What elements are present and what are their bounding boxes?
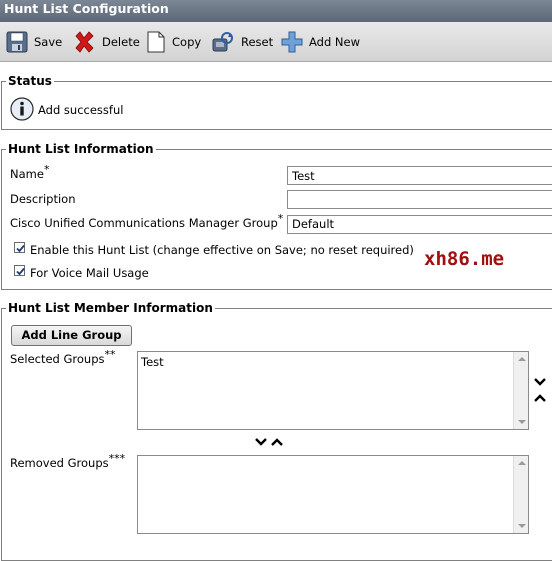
move-up-icon[interactable]: [533, 393, 547, 403]
toolbar: Save Delete Copy Reset Add New: [0, 22, 552, 62]
required-marker: ***: [108, 452, 126, 466]
required-marker: **: [104, 348, 116, 362]
voice-mail-usage-label: For Voice Mail Usage: [30, 266, 149, 280]
add-new-button-label: Add New: [309, 35, 361, 49]
required-marker: *: [43, 163, 50, 177]
cucm-group-select[interactable]: Default: [287, 215, 552, 234]
status-legend: Status: [8, 74, 52, 88]
delete-icon: [75, 31, 94, 53]
save-button-label: Save: [34, 35, 63, 49]
voice-mail-usage-checkbox[interactable]: [14, 265, 25, 276]
scroll-down-icon[interactable]: [518, 524, 526, 528]
info-icon: [10, 97, 34, 121]
selected-groups-list[interactable]: Test: [137, 351, 529, 430]
reset-button-label: Reset: [241, 35, 274, 49]
status-message: Add successful: [38, 103, 124, 117]
removed-groups-label: Removed Groups***: [10, 452, 126, 470]
delete-button-label: Delete: [102, 35, 140, 49]
restore-group-icon[interactable]: [270, 437, 284, 447]
description-label: Description: [10, 192, 76, 206]
save-button[interactable]: Save: [6, 31, 62, 53]
list-item[interactable]: Test: [141, 355, 164, 369]
copy-icon: [147, 31, 165, 53]
delete-button[interactable]: Delete: [72, 31, 140, 53]
reset-icon: [212, 32, 233, 52]
name-label: Name*: [10, 163, 50, 181]
status-section: Status: [1, 74, 552, 130]
reset-button[interactable]: Reset: [211, 31, 273, 53]
scrollbar[interactable]: [513, 352, 528, 429]
scrollbar[interactable]: [513, 456, 528, 533]
remove-group-icon[interactable]: [254, 437, 268, 447]
scroll-up-icon[interactable]: [518, 357, 526, 361]
checkmark-icon: [16, 244, 25, 253]
hunt-list-info-legend: Hunt List Information: [8, 142, 154, 156]
scroll-down-icon[interactable]: [518, 420, 526, 424]
copy-button[interactable]: Copy: [146, 31, 201, 53]
move-down-icon[interactable]: [533, 377, 547, 387]
add-new-button[interactable]: Add New: [281, 31, 360, 53]
removed-groups-list[interactable]: [137, 455, 529, 534]
checkmark-icon: [16, 267, 25, 276]
cucm-group-label: Cisco Unified Communications Manager Gro…: [10, 212, 284, 230]
plus-icon: [281, 31, 303, 53]
description-input[interactable]: [287, 190, 552, 209]
save-icon: [6, 31, 28, 53]
scroll-up-icon[interactable]: [518, 461, 526, 465]
name-input[interactable]: [287, 166, 552, 185]
page-title: Hunt List Configuration: [0, 0, 552, 22]
watermark: xh86.me: [424, 248, 505, 270]
enable-hunt-list-checkbox[interactable]: [14, 242, 25, 253]
required-marker: *: [277, 212, 284, 226]
member-info-legend: Hunt List Member Information: [8, 301, 213, 315]
copy-button-label: Copy: [172, 35, 202, 49]
add-line-group-button[interactable]: Add Line Group: [11, 325, 132, 346]
selected-groups-label: Selected Groups**: [10, 348, 116, 366]
enable-hunt-list-label: Enable this Hunt List (change effective …: [30, 243, 414, 257]
